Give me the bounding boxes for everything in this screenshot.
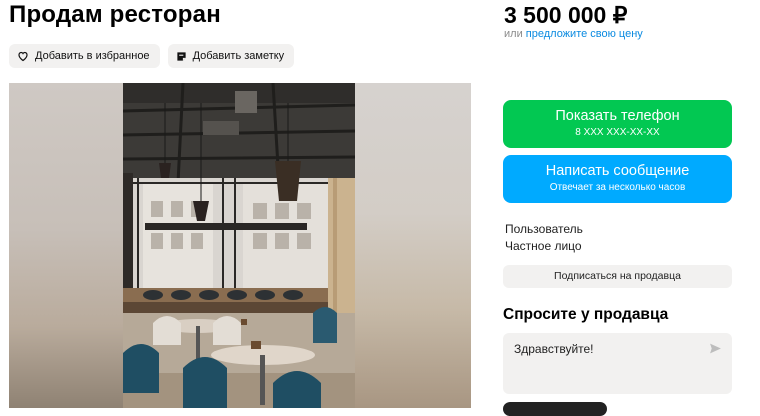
listing-title: Продам ресторан [9, 1, 221, 28]
listing-price: 3 500 000 ₽ [504, 2, 628, 28]
add-to-favorites-button[interactable]: Добавить в избранное [9, 44, 160, 68]
phone-masked-text: 8 XXX XXX-XX-XX [575, 127, 660, 138]
gallery-blur-right [355, 83, 471, 408]
ask-next-button[interactable] [503, 402, 607, 416]
listing-actions: Добавить в избранное Добавить заметку [9, 44, 295, 68]
show-phone-button[interactable]: Показать телефон 8 XXX XXX-XX-XX [503, 100, 732, 148]
ask-seller-heading: Спросите у продавца [503, 306, 669, 323]
price-or-text: или [504, 28, 523, 40]
write-message-button[interactable]: Написать сообщение Отвечает за несколько… [503, 155, 732, 203]
photo-gallery[interactable] [9, 83, 471, 408]
note-icon [176, 51, 187, 62]
gallery-blur-left [9, 83, 123, 408]
show-phone-label: Показать телефон [555, 108, 680, 124]
ask-seller-input[interactable]: Здравствуйте! [503, 333, 732, 394]
write-message-label: Написать сообщение [545, 163, 690, 179]
ask-seller-input-value[interactable]: Здравствуйте! [514, 342, 594, 356]
add-note-button[interactable]: Добавить заметку [167, 44, 295, 68]
price-offer-line: или предложите свою цену [504, 28, 643, 40]
add-to-favorites-label: Добавить в избранное [35, 50, 150, 62]
seller-type: Частное лицо [505, 239, 582, 253]
offer-price-link[interactable]: предложите свою цену [526, 28, 643, 40]
response-time-text: Отвечает за несколько часов [549, 182, 686, 193]
heart-icon [17, 50, 29, 62]
subscribe-seller-button[interactable]: Подписаться на продавца [503, 265, 732, 288]
send-icon[interactable] [709, 342, 722, 360]
add-note-label: Добавить заметку [192, 50, 285, 62]
main-photo[interactable] [123, 83, 355, 408]
seller-role: Пользователь [505, 222, 583, 236]
